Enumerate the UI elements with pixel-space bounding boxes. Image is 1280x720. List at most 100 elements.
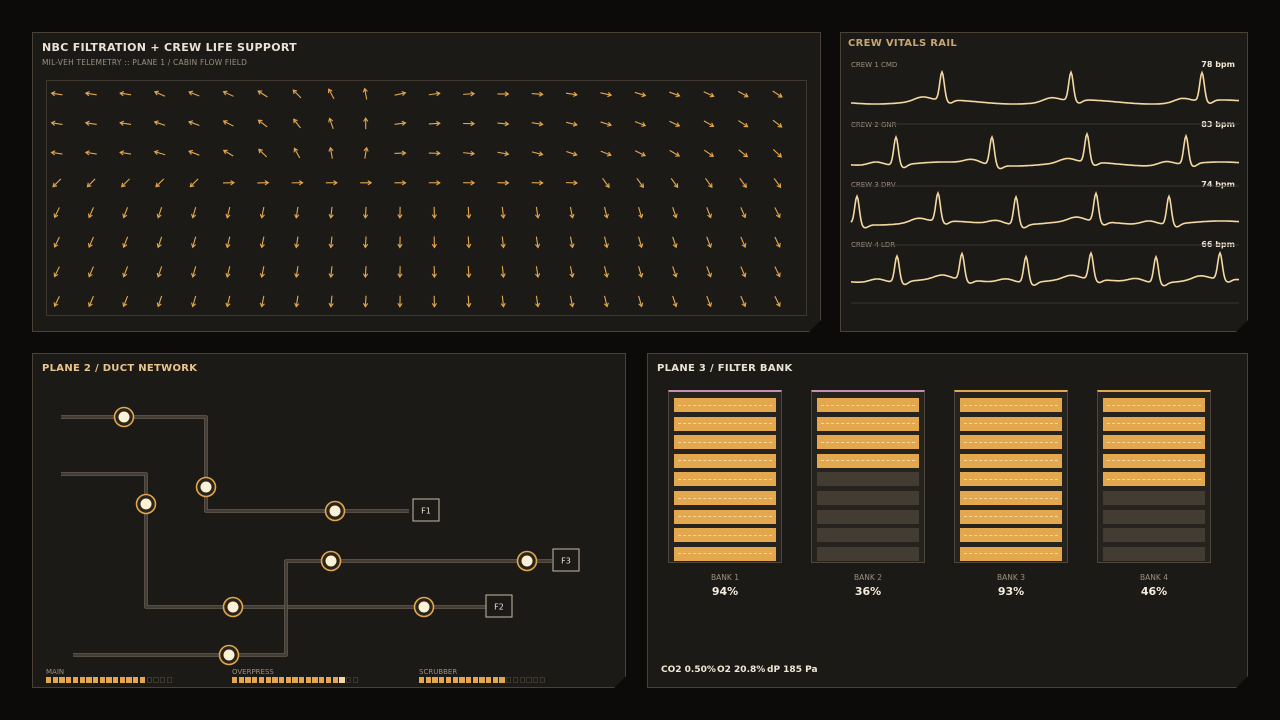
bank-pct-2: 36% — [854, 585, 882, 598]
flow-arrow — [740, 295, 747, 308]
meter-segment — [465, 677, 472, 683]
meter-segment — [272, 677, 278, 683]
flow-arrow — [428, 180, 441, 186]
filter-cell — [817, 472, 919, 487]
filter-bank-3[interactable] — [954, 390, 1068, 563]
filter-cell — [674, 509, 776, 524]
flow-arrow — [259, 295, 265, 308]
flow-arrow — [772, 90, 783, 98]
filter-node-label: F3 — [561, 557, 571, 566]
meter-segment — [419, 677, 425, 683]
flow-arrow — [394, 120, 407, 126]
filter-cell — [674, 435, 776, 450]
filter-cell — [1103, 398, 1205, 412]
flow-arrow — [638, 295, 644, 308]
duct-valve-node[interactable] — [135, 493, 157, 515]
flow-arrow — [566, 121, 578, 127]
flow-arrow — [600, 150, 612, 157]
flow-arrow — [705, 178, 713, 189]
filter-bank-4[interactable] — [1097, 390, 1211, 563]
filter-bank-1[interactable] — [668, 390, 782, 563]
flow-arrow — [500, 266, 506, 279]
filter-cell — [960, 546, 1062, 561]
meter-segment — [439, 677, 445, 683]
flow-arrow — [119, 150, 132, 156]
duct-valve-node[interactable] — [516, 550, 538, 572]
flow-arrow — [362, 295, 369, 308]
meter-segment — [159, 677, 166, 683]
flow-arrow — [634, 91, 647, 98]
filter-cell — [960, 509, 1062, 524]
flow-arrow — [52, 178, 62, 188]
flow-arrow — [638, 236, 644, 249]
flow-arrow — [739, 178, 747, 189]
filter-bank-2[interactable] — [811, 390, 925, 563]
flow-arrow — [325, 180, 338, 186]
flow-arrow — [565, 91, 578, 97]
meter-segment — [133, 677, 139, 683]
flow-arrow — [328, 295, 334, 308]
flow-arrow — [603, 295, 609, 308]
filter-cell — [960, 528, 1062, 543]
flow-arrow — [222, 180, 236, 186]
flow-arrow — [774, 296, 781, 308]
flow-arrow — [291, 180, 304, 186]
meter-segment — [486, 677, 492, 683]
flow-arrow — [569, 295, 575, 308]
duct-valve-node[interactable] — [320, 550, 342, 572]
flow-arrow — [225, 206, 231, 219]
flow-arrow — [569, 266, 575, 279]
filter-node-f1[interactable]: F1 — [412, 498, 440, 522]
flow-arrow — [257, 90, 268, 98]
flow-arrow — [428, 120, 441, 127]
meter-label-scrubber: SCRUBBER — [419, 668, 458, 676]
duct-valve-node[interactable] — [413, 596, 435, 618]
flow-arrow — [156, 266, 163, 278]
flow-arrow — [466, 236, 472, 249]
flow-arrow — [225, 236, 231, 249]
flow-arrow — [363, 146, 369, 159]
duct-valve-node[interactable] — [195, 476, 217, 498]
duct-valve-node[interactable] — [222, 596, 244, 618]
flow-arrow — [294, 206, 300, 219]
flow-arrow — [84, 120, 97, 126]
filter-cell — [1103, 491, 1205, 505]
flow-arrow — [534, 295, 541, 308]
flow-arrow — [600, 91, 613, 98]
filter-cell — [1103, 435, 1205, 450]
flow-arrow — [466, 266, 472, 279]
flow-arrow — [566, 150, 578, 157]
o2-readout: O2 20.8% — [717, 665, 766, 675]
filter-cell — [674, 546, 776, 561]
flow-arrow — [428, 91, 441, 97]
flow-arrow — [394, 90, 407, 97]
filter-node-f3[interactable]: F3 — [552, 548, 580, 572]
flow-arrow — [497, 121, 510, 127]
flow-arrow — [189, 178, 199, 188]
meter-segment — [539, 677, 545, 683]
meter-label-overpress: OVERPRESS — [232, 668, 274, 676]
flow-arrow — [669, 120, 681, 127]
flow-arrow — [259, 236, 265, 249]
duct-valve-node[interactable] — [324, 500, 346, 522]
filter-cell — [674, 528, 776, 543]
flow-arrow — [669, 149, 681, 157]
filter-cell — [1103, 416, 1205, 431]
flow-arrow — [86, 178, 96, 188]
flow-arrow — [774, 266, 781, 278]
flow-arrow — [497, 180, 510, 186]
filter-node-f2[interactable]: F2 — [485, 594, 513, 618]
flow-arrow — [328, 236, 334, 249]
flow-arrow — [600, 121, 613, 127]
flow-arrow — [259, 266, 265, 279]
flow-arrow — [191, 206, 197, 219]
filter-bank-panel: PLANE 3 / FILTER BANK BANK 1 94% BANK 2 … — [647, 353, 1248, 688]
filter-cell — [817, 509, 919, 524]
flow-arrow — [672, 266, 678, 278]
duct-valve-node[interactable] — [113, 406, 135, 428]
duct-valve-node[interactable] — [218, 644, 240, 666]
panel-title: PLANE 3 / FILTER BANK — [657, 363, 793, 374]
meter-segment — [305, 677, 312, 683]
flow-arrow — [431, 295, 437, 308]
bank-label-1: BANK 1 — [711, 573, 739, 582]
